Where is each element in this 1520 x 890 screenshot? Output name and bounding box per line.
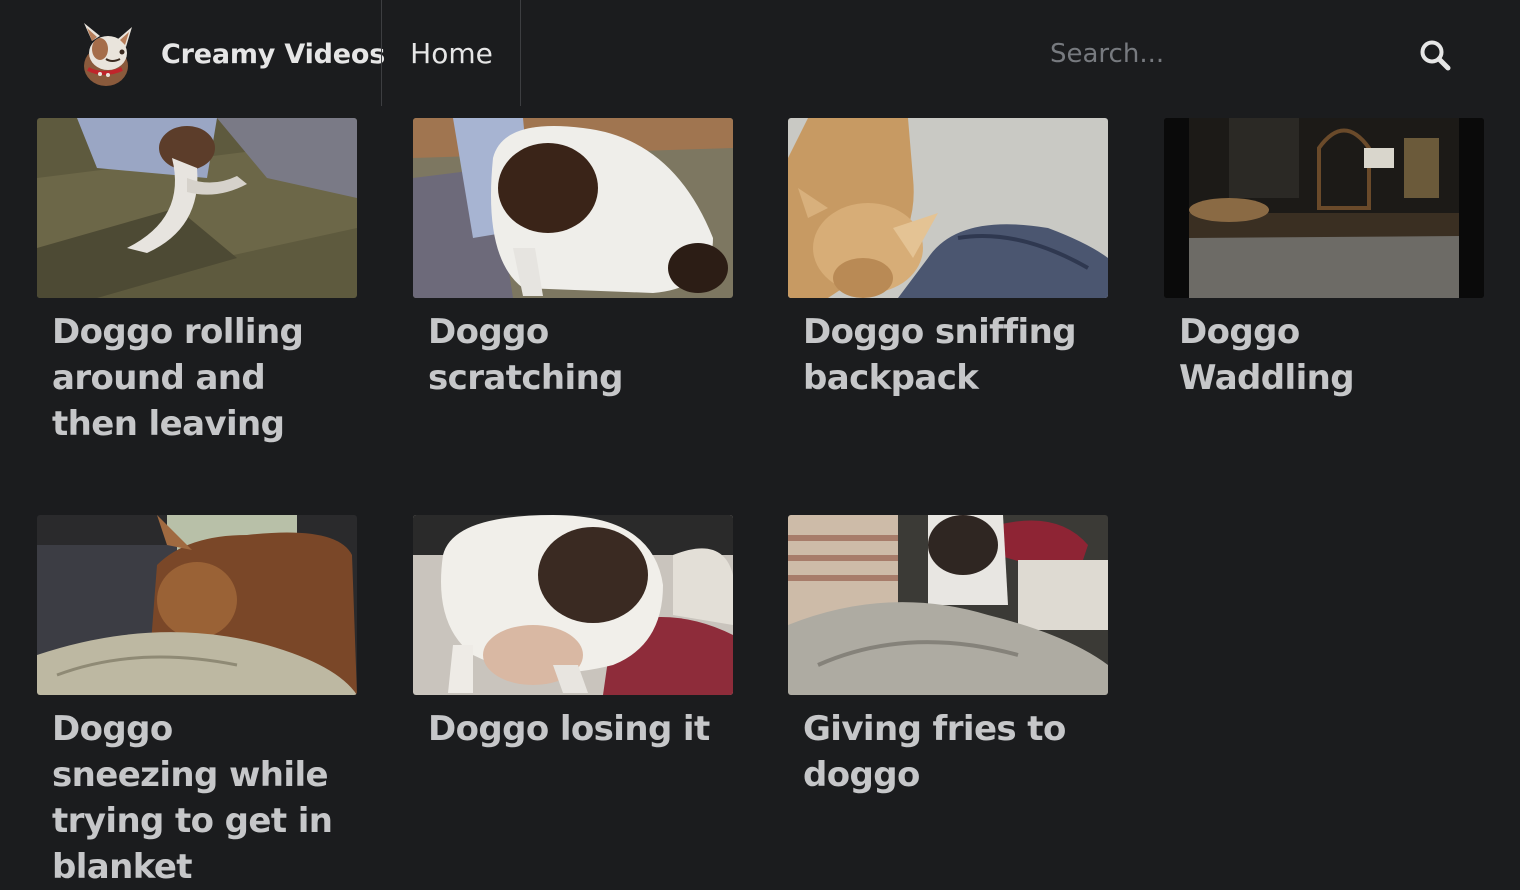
video-title[interactable]: Giving fries to doggo xyxy=(788,706,1108,798)
video-title[interactable]: Doggo sniffing backpack xyxy=(788,309,1108,401)
search-box xyxy=(1040,26,1470,82)
search-input[interactable] xyxy=(1040,26,1410,82)
video-card[interactable]: Giving fries to doggo xyxy=(788,515,1108,798)
video-title[interactable]: Doggo scratching xyxy=(413,309,733,401)
video-card[interactable]: Doggo Waddling xyxy=(1164,118,1484,401)
video-thumbnail[interactable] xyxy=(37,515,357,695)
video-title[interactable]: Doggo Waddling xyxy=(1164,309,1484,401)
dog-logo-icon xyxy=(84,23,132,86)
video-title[interactable]: Doggo rolling around and then leaving xyxy=(37,309,357,447)
brand-name: Creamy Videos xyxy=(161,38,386,70)
video-thumbnail[interactable] xyxy=(788,515,1108,695)
video-thumbnail[interactable] xyxy=(1164,118,1484,298)
video-thumbnail[interactable] xyxy=(413,515,733,695)
video-thumbnail[interactable] xyxy=(413,118,733,298)
brand-link[interactable]: Creamy Videos xyxy=(70,18,385,90)
nav-home-link[interactable]: Home xyxy=(382,0,521,106)
nav-divider xyxy=(520,0,521,106)
video-card[interactable]: Doggo sneezing while trying to get in bl… xyxy=(37,515,357,890)
search-icon[interactable] xyxy=(1418,38,1452,72)
video-thumbnail[interactable] xyxy=(788,118,1108,298)
video-thumbnail[interactable] xyxy=(37,118,357,298)
video-card[interactable]: Doggo rolling around and then leaving xyxy=(37,118,357,447)
video-title[interactable]: Doggo sneezing while trying to get in bl… xyxy=(37,706,357,890)
video-title[interactable]: Doggo losing it xyxy=(413,706,733,752)
top-nav-bar: Creamy Videos Home xyxy=(0,0,1520,106)
video-card[interactable]: Doggo losing it xyxy=(413,515,733,752)
video-card[interactable]: Doggo sniffing backpack xyxy=(788,118,1108,401)
video-card[interactable]: Doggo scratching xyxy=(413,118,733,401)
